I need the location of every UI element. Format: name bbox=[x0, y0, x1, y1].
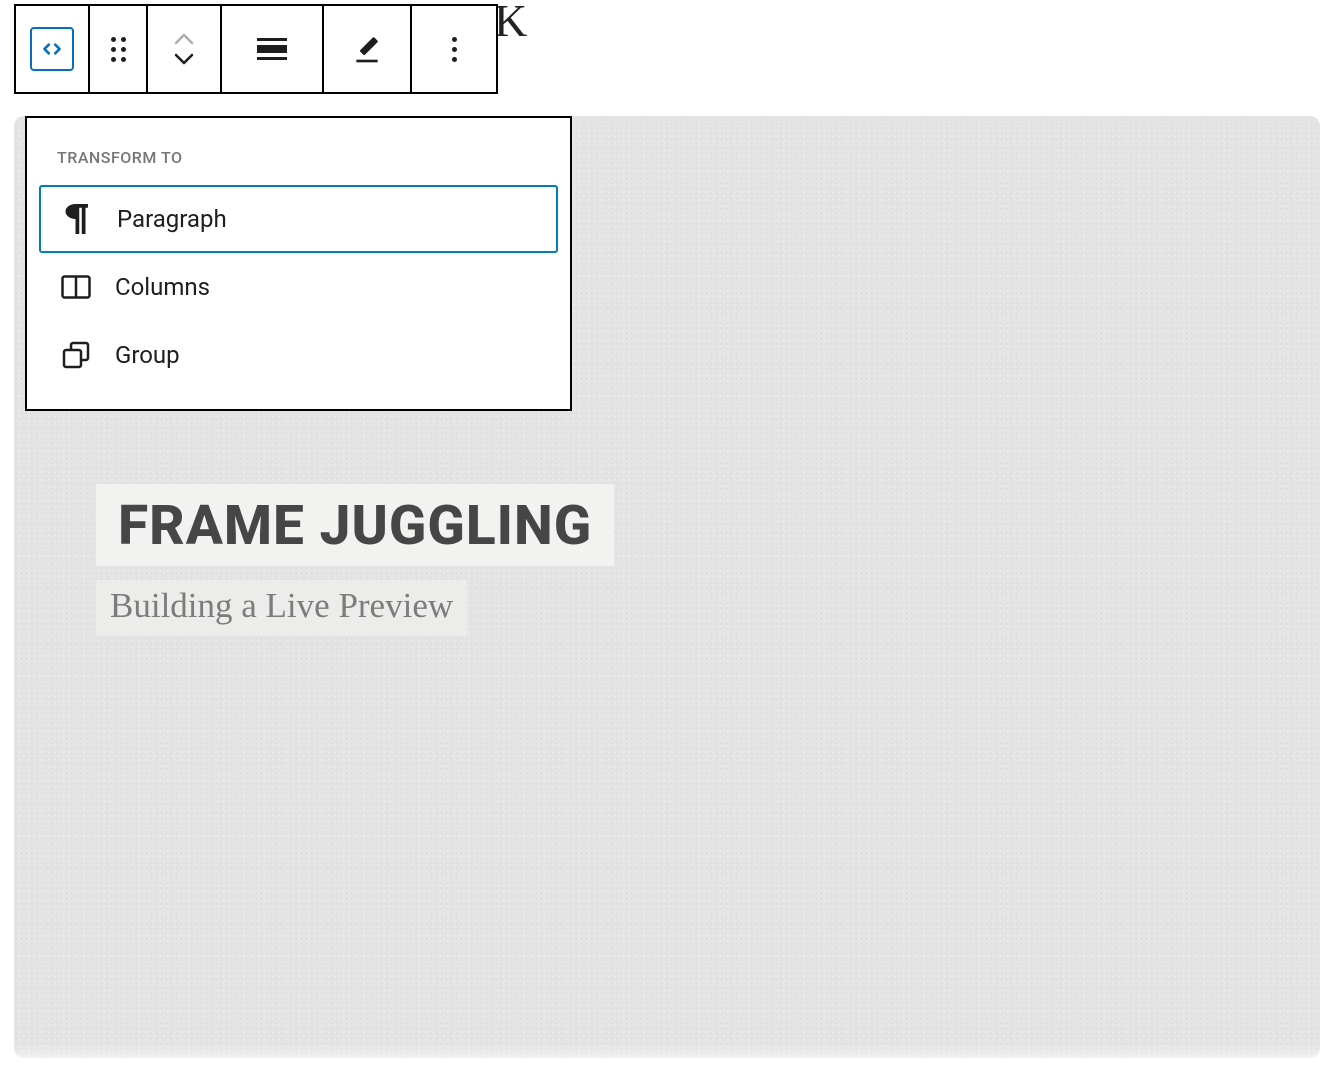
menu-item-label: Paragraph bbox=[117, 205, 227, 233]
align-button[interactable] bbox=[222, 6, 324, 92]
drag-handle[interactable] bbox=[90, 6, 148, 92]
html-icon bbox=[30, 27, 74, 71]
block-toolbar bbox=[14, 4, 498, 94]
group-icon bbox=[61, 340, 91, 370]
align-icon bbox=[257, 38, 287, 60]
transform-to-columns[interactable]: Columns bbox=[39, 253, 558, 321]
slide-title: FRAME JUGGLING bbox=[96, 484, 614, 566]
canvas-fade bbox=[0, 1044, 1334, 1072]
move-down-button[interactable] bbox=[173, 52, 195, 66]
move-up-button[interactable] bbox=[173, 32, 195, 46]
stray-text-fragment: K bbox=[494, 0, 527, 47]
paragraph-icon bbox=[63, 204, 93, 234]
menu-item-label: Group bbox=[115, 341, 180, 369]
move-arrows bbox=[148, 6, 222, 92]
more-icon bbox=[452, 37, 457, 62]
more-options-button[interactable] bbox=[412, 6, 496, 92]
transform-popover: Transform to Paragraph Columns Group bbox=[25, 116, 572, 411]
slide-subtitle: Building a Live Preview bbox=[96, 580, 467, 636]
columns-icon bbox=[61, 272, 91, 302]
menu-item-label: Columns bbox=[115, 273, 210, 301]
edit-button[interactable] bbox=[324, 6, 412, 92]
transform-to-group[interactable]: Group bbox=[39, 321, 558, 389]
drag-handle-icon bbox=[111, 37, 126, 62]
popover-title: Transform to bbox=[27, 134, 570, 185]
transform-to-paragraph[interactable]: Paragraph bbox=[39, 185, 558, 253]
pencil-icon bbox=[351, 33, 383, 65]
block-type-button[interactable] bbox=[16, 6, 90, 92]
